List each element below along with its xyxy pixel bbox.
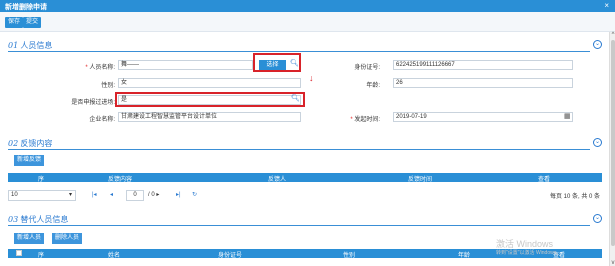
scroll-up-icon[interactable]: ^ xyxy=(610,32,615,38)
calendar-icon[interactable]: ▦ xyxy=(564,112,571,120)
collapse-toggle-icon[interactable]: ⌄ xyxy=(593,138,602,147)
company-field[interactable]: 甘肃建设工程智慧监管平台设计单位 xyxy=(118,112,301,122)
name-field[interactable]: 舞—— xyxy=(118,60,253,70)
select-all-checkbox[interactable] xyxy=(16,250,22,256)
collapse-toggle-icon[interactable]: ⌄ xyxy=(593,214,602,223)
search-icon[interactable]: 🔍︎ xyxy=(291,94,300,102)
section-personnel-header: 01 人员信息 ⌄ xyxy=(8,38,602,52)
submit-button[interactable]: 提交 xyxy=(23,17,42,28)
id-label: 身份证号: xyxy=(354,65,380,71)
age-field[interactable]: 26 xyxy=(393,78,573,88)
column-header: 性别 xyxy=(343,253,356,259)
refresh-icon[interactable]: ↻ xyxy=(192,191,197,198)
page-size-select[interactable]: 10 ▾ xyxy=(8,190,76,201)
add-feedback-button[interactable]: 新增反馈 xyxy=(14,155,45,166)
column-header: 序 xyxy=(38,253,45,259)
close-icon[interactable]: × xyxy=(604,1,609,10)
toolbar: 保存 提交 xyxy=(0,12,615,32)
column-header: 姓名 xyxy=(108,253,121,259)
scroll-down-icon[interactable]: v xyxy=(610,260,615,266)
activation-watermark-text: 转到"设置"以激活 Windows。 xyxy=(496,250,562,256)
last-page-icon[interactable]: ▸| xyxy=(176,191,181,198)
section-feedback-header: 02 反馈内容 ⌄ xyxy=(8,136,602,150)
page-input[interactable]: 0 xyxy=(126,190,144,201)
first-page-icon[interactable]: |◂ xyxy=(92,191,97,198)
window-titlebar: 新增删除申请 × xyxy=(0,0,615,12)
column-header: 查看 xyxy=(538,177,551,183)
name-label: * 人员名称: xyxy=(85,65,115,71)
column-header: 反馈人 xyxy=(268,177,287,183)
feedback-pager: 10 ▾ |◂ ◂ 0 / 0 ▸ ▸| ↻ 每页 10 条, 共 0 条 xyxy=(8,190,602,202)
section-title: 01 人员信息 xyxy=(8,41,53,50)
delete-person-button[interactable]: 删除人员 xyxy=(52,233,83,244)
column-header: 身份证号 xyxy=(218,253,243,259)
column-header: 年龄 xyxy=(458,253,471,259)
reported-field[interactable]: 是 xyxy=(118,95,301,105)
section-title: 02 反馈内容 xyxy=(8,139,53,148)
add-person-button[interactable]: 新增人员 xyxy=(14,233,45,244)
section-replacement-header: 03 替代人员信息 ⌄ xyxy=(8,212,602,226)
arrow-down-icon: ↓ xyxy=(309,73,314,83)
scrollbar-thumb[interactable] xyxy=(611,40,615,246)
column-header: 反馈时间 xyxy=(408,177,433,183)
time-field[interactable]: 2019-07-19 xyxy=(393,112,573,122)
gender-label: 性别: xyxy=(101,83,115,89)
select-button[interactable]: 选择 xyxy=(259,60,286,70)
company-label: 企业名称: xyxy=(89,117,115,123)
age-label: 年龄: xyxy=(366,83,380,89)
save-button[interactable]: 保存 xyxy=(5,17,24,28)
gender-field[interactable]: 女 xyxy=(118,78,301,88)
section-divider xyxy=(8,225,590,226)
pager-summary: 每页 10 条, 共 0 条 xyxy=(549,194,600,200)
time-label: * 发起时间: xyxy=(350,117,380,123)
column-header: 序 xyxy=(38,177,45,183)
vertical-scrollbar[interactable]: ^ v xyxy=(609,32,615,266)
section-divider xyxy=(8,51,590,52)
collapse-toggle-icon[interactable]: ⌄ xyxy=(593,40,602,49)
window-title: 新增删除申请 xyxy=(5,4,47,11)
page-total: / 0 ▸ xyxy=(148,192,160,198)
search-icon[interactable]: 🔍︎ xyxy=(290,59,299,67)
id-field[interactable]: 622425199111126667 xyxy=(393,60,573,70)
column-header: 反馈内容 xyxy=(108,177,133,183)
section-title: 03 替代人员信息 xyxy=(8,215,69,224)
feedback-table-header: 序 反馈内容 反馈人 反馈时间 查看 xyxy=(8,173,602,183)
prev-page-icon[interactable]: ◂ xyxy=(110,191,113,198)
section-divider xyxy=(8,149,590,150)
reported-label: 是否申报过进场: xyxy=(71,100,115,106)
